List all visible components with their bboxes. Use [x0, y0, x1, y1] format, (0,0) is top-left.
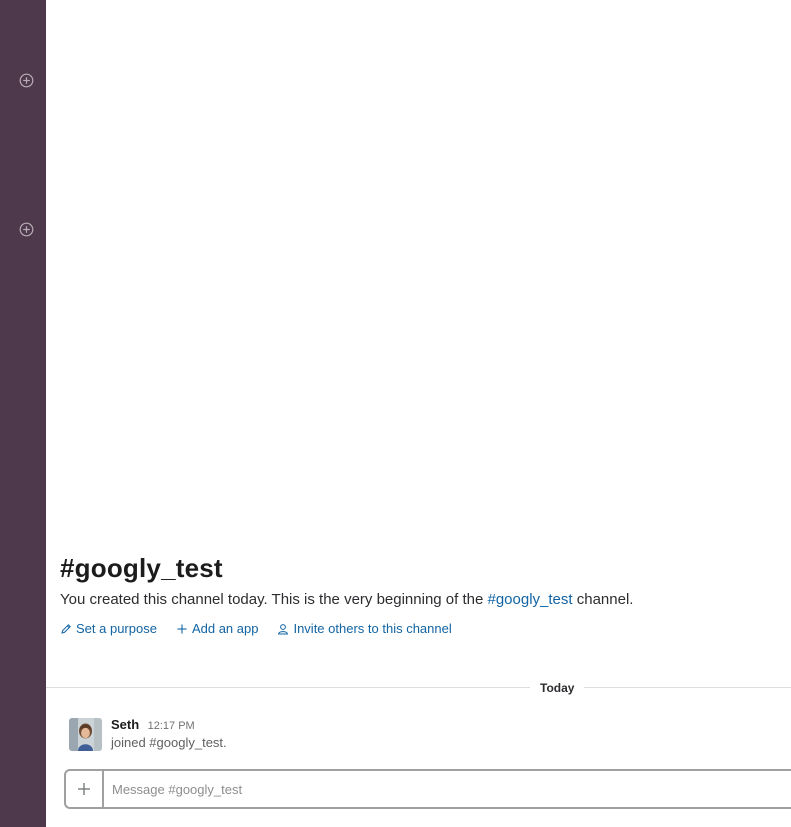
message-header: Seth 12:17 PM	[111, 716, 195, 735]
channel-title: #googly_test	[60, 553, 223, 583]
attach-button[interactable]	[66, 771, 104, 807]
add-app-label: Add an app	[191, 621, 259, 636]
person-icon	[278, 624, 289, 635]
day-divider-label: Today	[530, 679, 585, 697]
plus-icon	[78, 783, 90, 795]
add-app-button[interactable]: Add an app	[176, 620, 259, 638]
channel-intro-suffix: channel.	[572, 591, 634, 608]
message-author[interactable]: Seth	[111, 717, 139, 732]
message-input[interactable]	[104, 772, 791, 806]
invite-label: Invite others to this channel	[293, 621, 452, 636]
sidebar	[0, 0, 46, 827]
channel-actions: Set a purpose Add an app Invite others t…	[60, 620, 471, 638]
invite-button[interactable]: Invite others to this channel	[277, 620, 452, 638]
message-timestamp[interactable]: 12:17 PM	[148, 720, 195, 732]
message-composer	[64, 769, 791, 809]
channel-link[interactable]: #googly_test	[488, 591, 573, 608]
add-channel-button[interactable]	[19, 73, 34, 88]
channel-intro: You created this channel today. This is …	[60, 590, 633, 610]
message-item: Seth 12:17 PM joined #googly_test.	[69, 716, 769, 756]
avatar[interactable]	[69, 718, 102, 751]
add-direct-message-button[interactable]	[19, 222, 34, 237]
set-purpose-button[interactable]: Set a purpose	[60, 620, 157, 638]
pencil-icon	[61, 624, 71, 634]
set-purpose-label: Set a purpose	[76, 621, 157, 636]
plus-circle-icon	[19, 222, 34, 237]
plus-icon	[177, 624, 187, 634]
message-text: joined #googly_test.	[111, 735, 227, 750]
channel-intro-prefix: You created this channel today. This is …	[60, 591, 488, 608]
message-pane: #googly_test You created this channel to…	[46, 0, 791, 827]
user-avatar-icon	[69, 718, 102, 751]
plus-circle-icon	[19, 73, 34, 88]
day-divider	[46, 687, 791, 688]
